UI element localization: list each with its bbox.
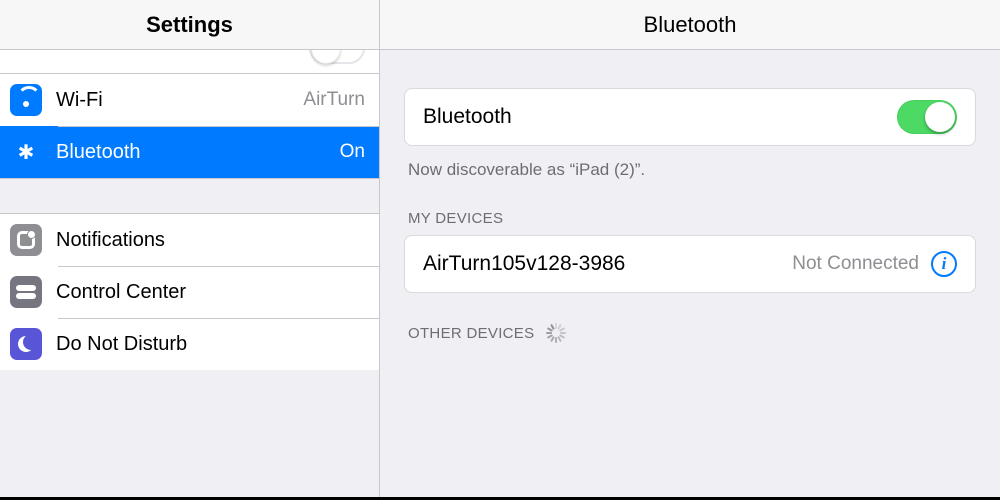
discoverable-hint: Now discoverable as “iPad (2)”. (404, 146, 976, 180)
sidebar-item-wifi[interactable]: Wi-Fi AirTurn (0, 74, 379, 126)
detail-content: Bluetooth Now discoverable as “iPad (2)”… (380, 50, 1000, 351)
my-devices-list: AirTurn105v128-3986 Not Connected i (404, 235, 976, 293)
sidebar-item-do-not-disturb[interactable]: Do Not Disturb (0, 318, 379, 370)
sidebar-item-label: Do Not Disturb (56, 333, 365, 356)
switch-off-icon[interactable] (309, 50, 365, 64)
sidebar-item-control-center[interactable]: Control Center (0, 266, 379, 318)
bluetooth-toggle-card: Bluetooth (404, 88, 976, 146)
control-center-icon (10, 276, 42, 308)
sidebar-item-label: Control Center (56, 281, 365, 304)
bluetooth-toggle-label: Bluetooth (423, 105, 897, 129)
wifi-icon (10, 84, 42, 116)
spinner-icon (546, 323, 566, 343)
sidebar-group-divider (0, 178, 379, 214)
bluetooth-switch[interactable] (897, 100, 957, 134)
bluetooth-icon: ✱ (10, 136, 42, 168)
settings-title: Settings (0, 0, 379, 50)
device-status: Not Connected (792, 253, 919, 275)
other-devices-label: OTHER DEVICES (408, 325, 534, 342)
sidebar-item-status: On (340, 141, 365, 163)
detail-pane: Bluetooth Bluetooth Now discoverable as … (380, 0, 1000, 497)
info-icon[interactable]: i (931, 251, 957, 277)
sidebar-item-notifications[interactable]: Notifications (0, 214, 379, 266)
moon-icon (10, 328, 42, 360)
bluetooth-toggle-row[interactable]: Bluetooth (405, 89, 975, 145)
sidebar-item-label: Notifications (56, 229, 365, 252)
other-devices-header: OTHER DEVICES (404, 293, 976, 351)
detail-title: Bluetooth (380, 0, 1000, 50)
device-row[interactable]: AirTurn105v128-3986 Not Connected i (405, 236, 975, 292)
sidebar-group-general: Notifications Control Center Do Not Dist… (0, 214, 379, 370)
sidebar-item-label: Wi-Fi (56, 89, 303, 112)
sidebar-item-status: AirTurn (303, 89, 365, 111)
device-name: AirTurn105v128-3986 (423, 252, 792, 276)
settings-sidebar: Settings Wi-Fi AirTurn ✱ Bluetooth On No… (0, 0, 380, 497)
sidebar-item-bluetooth[interactable]: ✱ Bluetooth On (0, 126, 379, 178)
my-devices-header: MY DEVICES (404, 180, 976, 235)
sidebar-item-label: Bluetooth (56, 141, 340, 164)
sidebar-group-network: Wi-Fi AirTurn ✱ Bluetooth On (0, 74, 379, 178)
notifications-icon (10, 224, 42, 256)
sidebar-item-partial[interactable] (0, 50, 379, 74)
